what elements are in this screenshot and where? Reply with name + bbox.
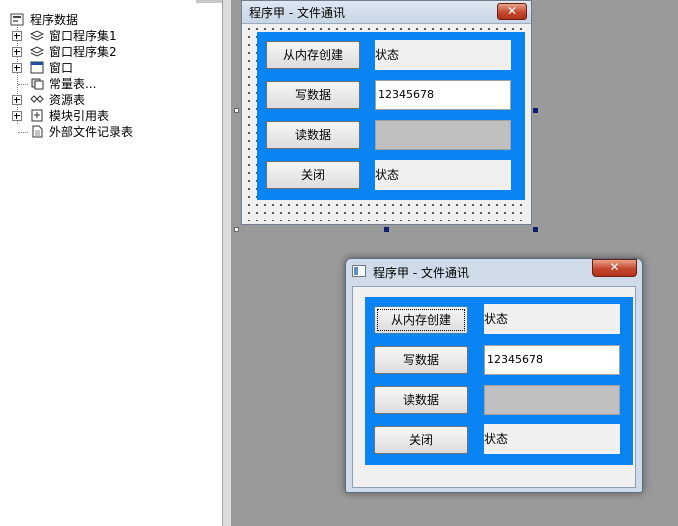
tree-item-window-assembly-2[interactable]: 窗口程序集2 bbox=[12, 44, 212, 60]
runtime-create-from-memory-button[interactable]: 从内存创建 bbox=[374, 306, 468, 334]
expand-icon[interactable] bbox=[12, 111, 22, 121]
tree-item-label: 窗口程序集2 bbox=[49, 45, 117, 59]
tree-scroll-button[interactable] bbox=[196, 0, 222, 3]
tree-connector bbox=[18, 132, 28, 133]
runtime-read-data-button[interactable]: 读数据 bbox=[374, 386, 468, 414]
runtime-data-edit[interactable]: 12345678 bbox=[484, 345, 620, 375]
design-close-button[interactable]: 关闭 bbox=[266, 161, 360, 189]
design-create-from-memory-button[interactable]: 从内存创建 bbox=[266, 41, 360, 69]
resources-icon bbox=[30, 95, 44, 103]
design-data-edit[interactable]: 12345678 bbox=[375, 80, 511, 110]
assembly-icon bbox=[30, 46, 44, 57]
design-read-data-button[interactable]: 读数据 bbox=[266, 121, 360, 149]
design-form-close-button[interactable]: ✕ bbox=[497, 3, 527, 20]
runtime-window-close-button[interactable]: ✕ bbox=[592, 259, 637, 277]
runtime-window[interactable]: 程序甲 - 文件通讯 ✕ 从内存创建 状态 写数据 12345678 读数据 关… bbox=[345, 258, 643, 493]
expand-icon[interactable] bbox=[12, 31, 22, 41]
runtime-write-data-button[interactable]: 写数据 bbox=[374, 346, 468, 374]
runtime-read-output-box[interactable] bbox=[484, 385, 620, 415]
runtime-status-label-1: 状态 bbox=[484, 304, 620, 334]
expand-icon[interactable] bbox=[12, 63, 22, 73]
expand-icon[interactable] bbox=[12, 47, 22, 57]
runtime-window-titlebar[interactable]: 程序甲 - 文件通讯 ✕ bbox=[346, 259, 642, 285]
runtime-window-client: 从内存创建 状态 写数据 12345678 读数据 关闭 状态 bbox=[352, 286, 636, 488]
tree-connector bbox=[18, 84, 28, 85]
runtime-close-button[interactable]: 关闭 bbox=[374, 426, 468, 454]
tree-item-window-assembly-1[interactable]: 窗口程序集1 bbox=[12, 28, 212, 44]
tree-item-module-references[interactable]: 模块引用表 bbox=[12, 108, 212, 124]
design-status-label-2: 状态 bbox=[375, 160, 511, 190]
design-form-titlebar[interactable]: 程序甲 - 文件通讯 ✕ bbox=[242, 1, 531, 24]
close-icon: ✕ bbox=[609, 260, 620, 274]
runtime-status-label-2: 状态 bbox=[484, 424, 620, 454]
program-tree-panel: 程序数据 窗口程序集1 窗口程序集2 窗口 常量表... 资源表 模块引用表 外… bbox=[0, 0, 223, 526]
design-form[interactable]: 程序甲 - 文件通讯 ✕ 从内存创建 状态 写数据 12345678 读数据 关… bbox=[241, 0, 532, 225]
resize-handle-bottom-right[interactable] bbox=[533, 227, 538, 232]
design-status-label-1: 状态 bbox=[375, 40, 511, 70]
tree-item-label: 资源表 bbox=[49, 93, 86, 107]
resize-handle-left[interactable] bbox=[234, 108, 239, 113]
close-icon: ✕ bbox=[506, 4, 518, 18]
tree-item-resources[interactable]: 资源表 bbox=[12, 92, 212, 108]
expand-icon[interactable] bbox=[12, 95, 22, 105]
tree-item-external-files[interactable]: 外部文件记录表 bbox=[12, 124, 212, 140]
resize-handle-bottom-left[interactable] bbox=[234, 227, 239, 232]
tree-item-label: 外部文件记录表 bbox=[49, 125, 134, 139]
tree-item-label: 窗口程序集1 bbox=[49, 29, 117, 43]
tree-item-label: 窗口 bbox=[49, 61, 74, 75]
design-write-data-button[interactable]: 写数据 bbox=[266, 81, 360, 109]
tree-root[interactable]: 程序数据 bbox=[8, 12, 208, 28]
external-file-icon bbox=[32, 125, 43, 138]
window-icon bbox=[30, 61, 44, 74]
tree-item-window[interactable]: 窗口 bbox=[12, 60, 212, 76]
tree-item-label: 模块引用表 bbox=[49, 109, 110, 123]
tree-splitter[interactable] bbox=[222, 0, 231, 526]
tree-item-label: 常量表... bbox=[49, 77, 97, 91]
design-read-output-box[interactable] bbox=[375, 120, 511, 150]
design-form-title: 程序甲 - 文件通讯 bbox=[249, 6, 345, 20]
tree-root-label: 程序数据 bbox=[30, 13, 79, 27]
resize-handle-bottom[interactable] bbox=[384, 227, 389, 232]
assembly-icon bbox=[30, 30, 44, 41]
window-app-icon bbox=[352, 265, 366, 277]
program-data-icon bbox=[10, 13, 24, 26]
module-ref-icon bbox=[31, 109, 43, 122]
constants-icon bbox=[31, 78, 44, 90]
resize-handle-right[interactable] bbox=[533, 108, 538, 113]
tree-item-constants[interactable]: 常量表... bbox=[12, 76, 212, 92]
runtime-window-title: 程序甲 - 文件通讯 bbox=[373, 266, 469, 280]
